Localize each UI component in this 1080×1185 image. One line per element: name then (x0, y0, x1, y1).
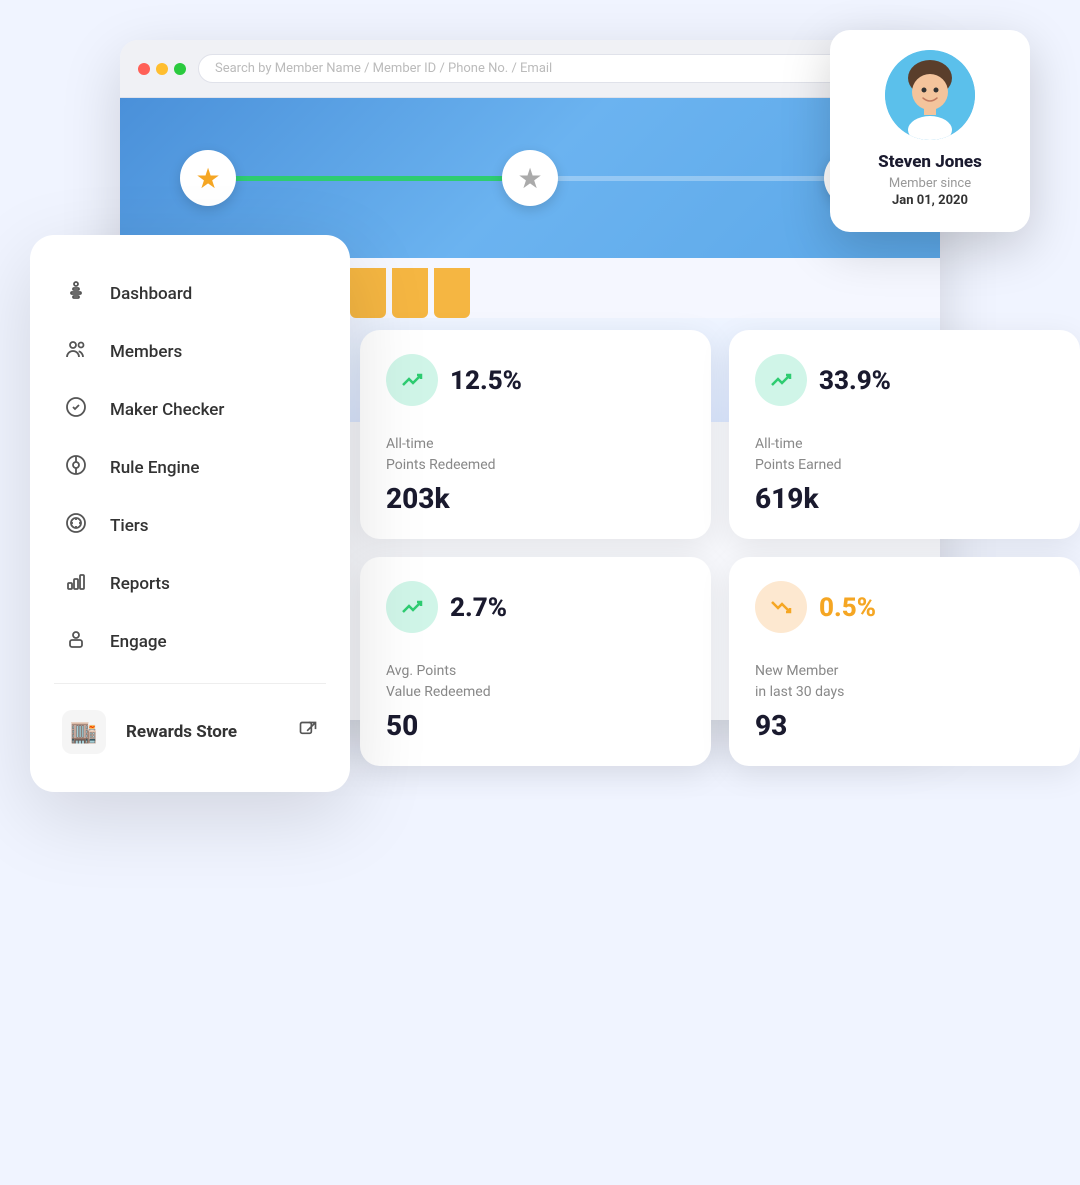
stat-value-2: 619k (755, 482, 1054, 515)
rewards-store-label: Rewards Store (126, 722, 237, 742)
sidebar-tiers-label: Tiers (110, 516, 149, 536)
tier-star-1: ★ (195, 162, 220, 195)
sidebar-members-label: Members (110, 342, 182, 362)
trend-badge-up-2 (755, 354, 807, 406)
reports-icon (62, 569, 90, 599)
stat-percent-3: 2.7% (450, 593, 507, 623)
external-link-icon (298, 720, 318, 745)
profile-member-since-label: Member since (860, 176, 1000, 191)
rewards-store-icon: 🏬 (70, 720, 97, 745)
tiers-icon (62, 511, 90, 541)
search-placeholder: Search by Member Name / Member ID / Phon… (215, 61, 552, 76)
rule-engine-icon (62, 453, 90, 483)
browser-dots (138, 63, 186, 75)
profile-member-since-date: Jan 01, 2020 (860, 193, 1000, 208)
stat-value-4: 93 (755, 709, 1054, 742)
stat-percent-4: 0.5% (819, 593, 876, 623)
sidebar-item-reports[interactable]: Reports (30, 555, 350, 613)
tier-bar-area: ★ ★ ★ (120, 98, 940, 258)
stat-label-2: All-timePoints Earned (755, 434, 1054, 476)
stat-label-1: All-timePoints Redeemed (386, 434, 685, 476)
sidebar-panel: Dashboard Members Maker Checker (30, 235, 350, 792)
stat-value-3: 50 (386, 709, 685, 742)
sidebar-item-dashboard[interactable]: Dashboard (30, 265, 350, 323)
scene: Search by Member Name / Member ID / Phon… (0, 0, 1080, 1185)
sidebar-item-rewards-store[interactable]: 🏬 Rewards Store (30, 696, 350, 768)
tier-star-2: ★ (517, 162, 542, 195)
trend-badge-up-3 (386, 581, 438, 633)
stat-card-points-earned: 33.9% All-timePoints Earned 619k (729, 330, 1080, 539)
sidebar-item-tiers[interactable]: Tiers (30, 497, 350, 555)
profile-avatar (885, 50, 975, 140)
tier-track: ★ ★ ★ (180, 150, 880, 206)
tier-node-1: ★ (180, 150, 236, 206)
trend-badge-up-1 (386, 354, 438, 406)
nav-divider (54, 683, 326, 684)
sidebar-item-engage[interactable]: Engage (30, 613, 350, 671)
sidebar-item-members[interactable]: Members (30, 323, 350, 381)
browser-chrome: Search by Member Name / Member ID / Phon… (120, 40, 940, 98)
sidebar-engage-label: Engage (110, 632, 167, 652)
profile-name: Steven Jones (860, 152, 1000, 172)
awning-strip (392, 268, 428, 318)
awning-strip (434, 268, 470, 318)
sidebar-item-rule-engine[interactable]: Rule Engine (30, 439, 350, 497)
trend-badge-down-4 (755, 581, 807, 633)
sidebar-reports-label: Reports (110, 574, 170, 594)
awning-strip (350, 268, 386, 318)
stat-card-new-members: 0.5% New Memberin last 30 days 93 (729, 557, 1080, 766)
rewards-store-icon-box: 🏬 (62, 710, 106, 754)
stat-percent-1: 12.5% (450, 366, 522, 396)
browser-search-bar[interactable]: Search by Member Name / Member ID / Phon… (198, 54, 922, 83)
stat-label-4: New Memberin last 30 days (755, 661, 1054, 703)
stats-area: 12.5% All-timePoints Redeemed 203k 33.9%… (360, 330, 1080, 766)
browser-dot-2 (156, 63, 168, 75)
stat-card-points-redeemed: 12.5% All-timePoints Redeemed 203k (360, 330, 711, 539)
stat-percent-2: 33.9% (819, 366, 891, 396)
maker-checker-icon (62, 395, 90, 425)
stat-card-avg-value: 2.7% Avg. PointsValue Redeemed 50 (360, 557, 711, 766)
sidebar-maker-checker-label: Maker Checker (110, 400, 224, 420)
engage-icon (62, 627, 90, 657)
sidebar-rule-engine-label: Rule Engine (110, 458, 199, 478)
stat-value-1: 203k (386, 482, 685, 515)
browser-dot-3 (174, 63, 186, 75)
sidebar-dashboard-label: Dashboard (110, 284, 192, 304)
dashboard-icon (62, 279, 90, 309)
tier-node-2: ★ (502, 150, 558, 206)
profile-card: Steven Jones Member since Jan 01, 2020 (830, 30, 1030, 232)
stat-label-3: Avg. PointsValue Redeemed (386, 661, 685, 703)
tier-nodes: ★ ★ ★ (180, 150, 880, 206)
members-icon (62, 337, 90, 367)
sidebar-item-maker-checker[interactable]: Maker Checker (30, 381, 350, 439)
browser-dot-1 (138, 63, 150, 75)
